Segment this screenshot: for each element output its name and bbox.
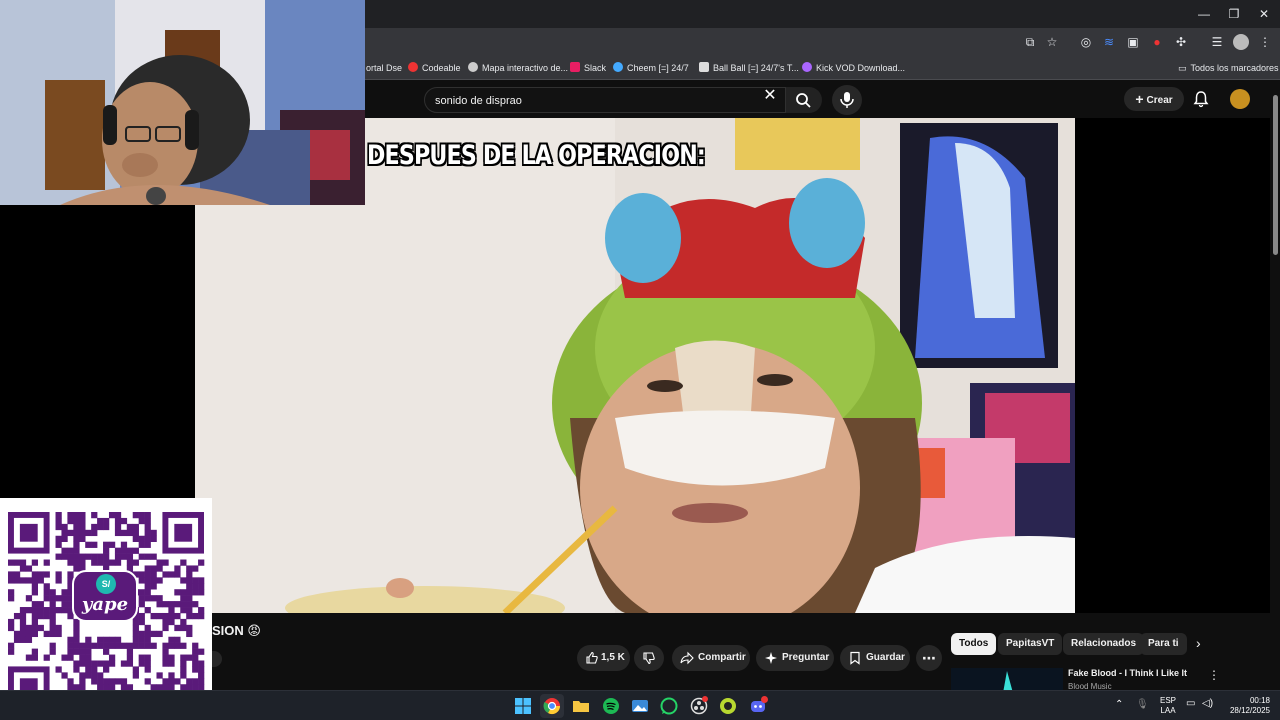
windows-taskbar: ⌃ 🎙 ESP LAA ▭ ◁) 00:18 28/12/2025 <box>0 690 1280 720</box>
screen: — ❐ ✕ ⧉ ☆ ◎ ≋ ▣ ● ✣ ☰ ⋮ ortal Dse Codeab… <box>0 0 1280 720</box>
webcam-overlay <box>0 0 365 205</box>
volume-icon[interactable]: ◁) <box>1202 699 1213 709</box>
bookmark-item[interactable]: Slack <box>570 61 606 75</box>
yape-wordmark: yape <box>81 594 129 615</box>
qr-finder-pattern <box>174 523 193 542</box>
like-button[interactable]: 1,5 K <box>577 645 630 671</box>
lime-app-icon <box>720 698 736 714</box>
bookmark-favicon-icon <box>408 62 418 72</box>
bookmark-item[interactable]: Kick VOD Download... <box>802 61 905 75</box>
photos-icon <box>632 700 648 712</box>
more-actions-icon[interactable]: ⋯ <box>916 645 942 671</box>
network-icon[interactable]: ▭ <box>1186 699 1195 709</box>
overlay-black-panel <box>0 205 195 498</box>
whatsapp-icon <box>660 697 678 715</box>
sparkle-icon <box>765 652 777 664</box>
chrome-menu-icon[interactable]: ⋮ <box>1257 34 1273 50</box>
discord-icon <box>751 696 768 712</box>
bookmark-favicon-icon <box>468 62 478 72</box>
bookmark-item[interactable]: Cheem [=] 24/7 <box>613 61 689 75</box>
bookmark-item[interactable]: Mapa interactivo de... <box>468 61 568 75</box>
reading-list-icon[interactable]: ☰ <box>1209 34 1225 50</box>
yape-coin-icon: S/ <box>96 574 116 594</box>
search-button[interactable] <box>786 87 822 113</box>
qr-finder-pattern <box>19 523 38 542</box>
thumbs-up-icon <box>586 651 598 664</box>
chrome-icon <box>543 698 561 715</box>
install-app-icon[interactable]: ⧉ <box>1022 34 1038 50</box>
voice-search-button[interactable] <box>832 85 862 115</box>
taskbar-discord[interactable] <box>746 694 770 718</box>
microphone-icon <box>840 92 854 108</box>
bookmark-favicon-icon <box>802 62 812 72</box>
folder-icon: ▭ <box>1178 63 1187 73</box>
suggested-title[interactable]: Fake Blood - I Think I Like It <box>1068 668 1187 678</box>
plus-icon: + <box>1135 91 1144 107</box>
yape-qr-overlay: S/ yape <box>0 498 212 720</box>
taskbar-file-explorer[interactable] <box>569 694 593 718</box>
search-icon <box>796 93 811 108</box>
bell-icon <box>1193 91 1209 108</box>
microphone-tray-icon[interactable]: 🎙 <box>1136 700 1149 710</box>
bookmark-favicon-icon <box>699 62 709 72</box>
yape-logo: S/ yape <box>72 570 138 622</box>
minimize-icon[interactable]: — <box>1196 6 1212 22</box>
all-bookmarks-folder[interactable]: ▭ Todos los marcadores <box>1178 61 1279 75</box>
search-input[interactable] <box>435 92 735 110</box>
clear-search-icon[interactable]: ✕ <box>760 87 780 107</box>
spotify-icon <box>603 698 619 714</box>
extension-glasses-icon[interactable]: ◎ <box>1078 34 1094 50</box>
chip-papitasvt[interactable]: PapitasVT <box>998 633 1063 655</box>
profile-avatar-icon[interactable] <box>1233 34 1249 50</box>
restore-icon[interactable]: ❐ <box>1226 6 1242 22</box>
windows-logo-icon <box>515 698 531 714</box>
ask-button[interactable]: Preguntar <box>756 645 834 671</box>
player-letterbox <box>1075 118 1270 613</box>
obs-icon <box>690 696 708 715</box>
search-box[interactable] <box>424 87 786 113</box>
extension-record-icon[interactable]: ● <box>1149 34 1165 50</box>
clock[interactable]: 00:18 28/12/2025 <box>1222 696 1270 716</box>
taskbar-spotify[interactable] <box>599 694 623 718</box>
account-avatar[interactable] <box>1230 89 1250 109</box>
slack-icon <box>570 62 580 72</box>
chip-all[interactable]: Todos <box>951 633 997 655</box>
start-button[interactable] <box>511 694 535 718</box>
video-title: SION 😡 <box>212 623 261 638</box>
taskbar-app-lime[interactable] <box>716 694 740 718</box>
webcam-feed <box>0 0 365 205</box>
save-button[interactable]: Guardar <box>840 645 910 671</box>
extension-box-icon[interactable]: ▣ <box>1125 34 1141 50</box>
video-caption-text: DESPUES DE LA OPERACION: <box>367 140 706 171</box>
bookmark-star-icon[interactable]: ☆ <box>1044 34 1060 50</box>
dislike-button[interactable] <box>634 645 664 671</box>
close-window-icon[interactable]: ✕ <box>1256 6 1272 22</box>
notifications-button[interactable] <box>1191 89 1211 109</box>
folder-icon <box>573 701 589 712</box>
suggested-menu-icon[interactable]: ⋮ <box>1208 668 1220 682</box>
bookmark-item[interactable]: Codeable <box>408 61 461 75</box>
video-info-area: SION 😡 1,5 K Compartir Preguntar Guardar… <box>202 613 1280 693</box>
page-scrollbar[interactable] <box>1270 81 1280 693</box>
taskbar-chrome[interactable] <box>540 694 564 718</box>
bookmark-favicon-icon <box>613 62 623 72</box>
language-indicator[interactable]: ESP LAA <box>1156 696 1180 716</box>
share-button[interactable]: Compartir <box>672 645 750 671</box>
create-button[interactable]: + Crear <box>1124 87 1184 111</box>
thumbs-down-icon <box>643 652 655 665</box>
bookmark-icon <box>850 651 860 665</box>
tray-overflow-icon[interactable]: ⌃ <box>1115 700 1123 710</box>
chips-next-icon[interactable]: › <box>1196 635 1201 651</box>
chip-for-you[interactable]: Para ti <box>1140 633 1187 655</box>
taskbar-obs[interactable] <box>687 694 711 718</box>
taskbar-whatsapp[interactable] <box>657 694 681 718</box>
chip-related[interactable]: Relacionados <box>1063 633 1145 655</box>
share-icon <box>680 651 694 665</box>
bookmark-item[interactable]: ortal Dse <box>366 61 402 75</box>
scrollbar-thumb[interactable] <box>1273 95 1278 255</box>
taskbar-photos[interactable] <box>628 694 652 718</box>
extension-wave-icon[interactable]: ≋ <box>1101 34 1117 50</box>
bookmark-item[interactable]: Ball Ball [=] 24/7's T... <box>699 61 799 75</box>
extensions-puzzle-icon[interactable]: ✣ <box>1173 34 1189 50</box>
